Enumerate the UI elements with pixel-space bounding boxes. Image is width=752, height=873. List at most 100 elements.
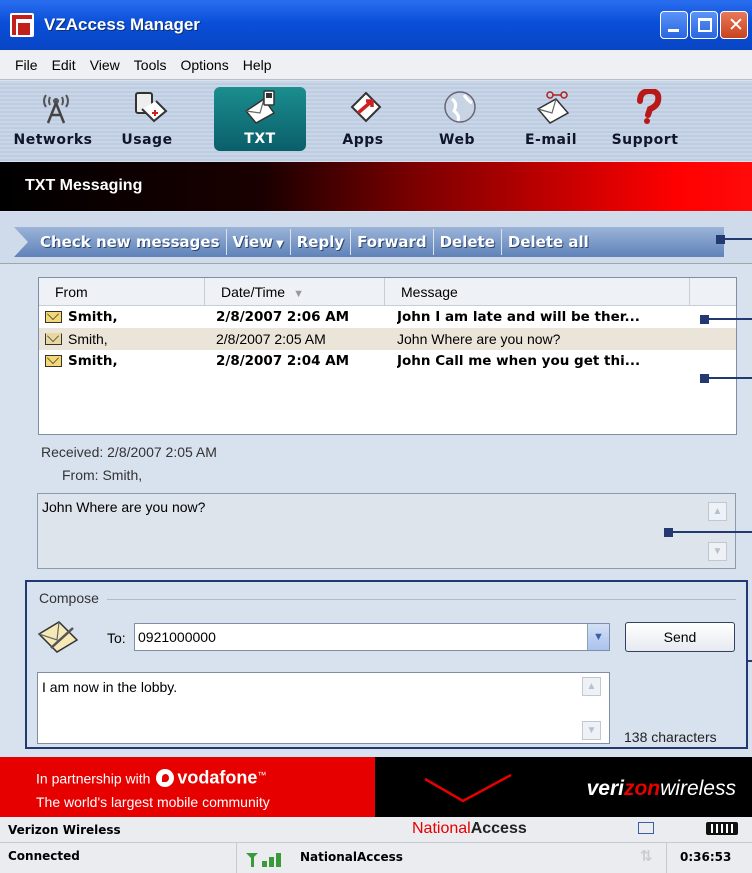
close-button[interactable]: ✕ [720,11,748,39]
read-envelope-icon [45,333,62,345]
session-timer: 0:36:53 [680,850,732,864]
column-date-label: Date/Time [221,284,286,300]
compose-panel: Compose To: 0921000000 ▼ Send I am now i… [25,580,748,749]
check-messages-button[interactable]: Check new messages [34,229,226,255]
vodafone-logo-icon [156,768,175,787]
menu-edit[interactable]: Edit [45,57,83,73]
scroll-up-button[interactable]: ▲ [582,677,601,696]
main-toolbar: Networks Usage TXT Apps Web E-mail Suppo… [0,81,752,161]
tool-networks[interactable]: Networks [6,81,100,157]
action-bar: Check new messages View ▼ Reply Forward D… [0,212,752,264]
tool-label: Networks [13,132,93,148]
view-button[interactable]: View ▼ [225,229,290,255]
message-row-selected[interactable]: Smith, 2/8/2007 2:05 AM John Where are y… [39,328,736,350]
column-from[interactable]: From [39,278,205,305]
tool-label: TXT [244,131,276,147]
battery-icon [706,822,738,835]
row-message: John Where are you now? [397,331,561,347]
callout-line [720,238,752,240]
apps-icon [350,91,382,123]
recipient-value: 0921000000 [138,629,216,645]
menu-options[interactable]: Options [173,57,235,73]
scroll-down-button[interactable]: ▼ [582,721,601,740]
verizon-banner: verizonwireless [375,757,752,817]
tool-label: Support [611,132,679,148]
connection-status: Connected [8,849,80,863]
received-timestamp: Received: 2/8/2007 2:05 AM [41,444,217,460]
menu-bar: File Edit View Tools Options Help [0,50,752,80]
maximize-icon [698,18,712,32]
row-from: Smith, [68,331,108,347]
tool-label: Apps [342,132,384,148]
minimize-icon [668,29,679,32]
delete-button[interactable]: Delete [432,229,501,255]
send-button[interactable]: Send [625,622,735,652]
sort-arrow-icon: ▼ [293,288,304,300]
status-bar-bottom: Connected NationalAccess ⇅ 0:36:53 [0,843,752,873]
reader-body: John Where are you now? [42,499,206,515]
vodafone-tagline: The world's largest mobile community [36,793,270,810]
txt-message-icon [244,90,276,124]
forward-button[interactable]: Forward [350,229,432,255]
carrier-name: Verizon Wireless [8,823,121,837]
question-icon [637,89,662,124]
app-icon [10,13,34,37]
character-count: 138 characters [624,729,717,745]
vodafone-wordmark: vodafone [177,767,258,788]
list-header: From Date/Time ▼ Message [39,278,736,306]
tool-usage[interactable]: Usage [100,81,194,157]
vodafone-banner: In partnership with vodafone™ The world's… [0,757,375,817]
compose-text: I am now in the lobby. [42,679,178,695]
menu-view[interactable]: View [83,57,127,73]
tool-label: Usage [121,132,173,148]
close-icon: ✕ [728,14,744,36]
callout-line [704,377,752,379]
menu-file[interactable]: File [8,57,45,73]
message-row[interactable]: Smith, 2/8/2007 2:04 AM John Call me whe… [39,350,736,372]
compose-envelope-icon [37,621,79,653]
menu-tools[interactable]: Tools [127,57,174,73]
message-row[interactable]: Smith, 2/8/2007 2:06 AM John I am late a… [39,306,736,328]
minimize-button[interactable] [660,11,688,39]
scroll-up-button[interactable]: ▲ [708,502,727,521]
view-label: View [232,233,274,251]
menu-help[interactable]: Help [236,57,279,73]
nationalaccess-label: NationalAccess [412,820,527,837]
tool-support[interactable]: Support [598,81,692,157]
column-date[interactable]: Date/Time ▼ [205,278,385,305]
envelope-status-icon [638,822,654,834]
verizon-logo: verizonwireless [586,777,736,800]
message-reader[interactable]: John Where are you now? ▲ ▼ [37,493,736,569]
column-message[interactable]: Message [385,278,690,305]
recipient-dropdown-button[interactable]: ▼ [587,624,609,650]
tool-label: Web [439,132,475,148]
row-date: 2/8/2007 2:05 AM [216,331,326,347]
callout-line [748,660,752,662]
usage-icon [135,92,168,123]
message-list: From Date/Time ▼ Message Smith, 2/8/2007 … [38,277,737,435]
partner-banner[interactable]: In partnership with vodafone™ The world's… [0,757,752,817]
antenna-icon [43,94,69,124]
tool-web[interactable]: Web [410,81,504,157]
callout-line [668,531,752,533]
window-title: VZAccess Manager [44,15,200,34]
email-icon [536,91,570,124]
scroll-down-button[interactable]: ▼ [708,542,727,561]
compose-textarea[interactable]: I am now in the lobby. ▲ ▼ [37,672,610,744]
verizon-check-icon [424,773,512,803]
maximize-button[interactable] [690,11,718,39]
row-message: John I am late and will be ther... [397,309,640,325]
unread-envelope-icon [45,355,62,367]
unread-envelope-icon [45,311,62,323]
recipient-combobox[interactable]: 0921000000 ▼ [134,623,610,651]
signal-strength-icon [246,853,281,867]
row-date: 2/8/2007 2:04 AM [216,353,350,369]
compose-divider [107,599,736,600]
tool-apps[interactable]: Apps [316,81,410,157]
transfer-arrows-icon: ⇅ [640,847,653,865]
tool-txt[interactable]: TXT [214,87,306,151]
tool-email[interactable]: E-mail [504,81,598,157]
row-message: John Call me when you get thi... [397,353,641,369]
reply-button[interactable]: Reply [289,229,350,255]
delete-all-button[interactable]: Delete all [500,229,595,255]
